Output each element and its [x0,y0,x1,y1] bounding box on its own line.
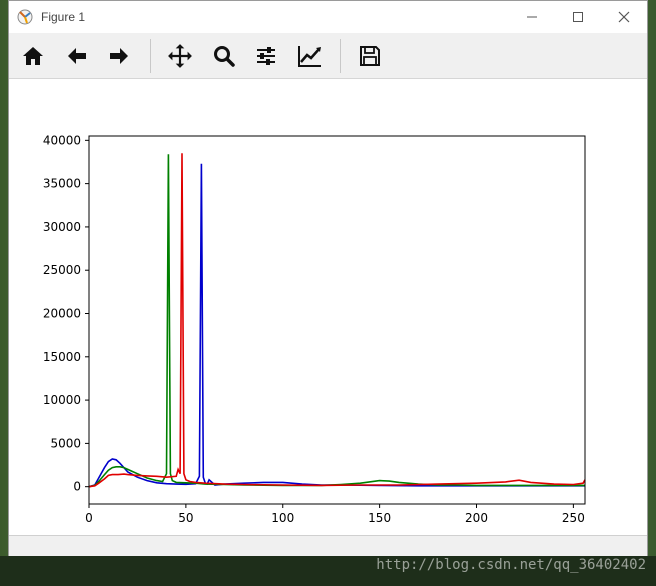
arrow-right-icon [110,48,128,64]
title-bar[interactable]: Figure 1 [9,1,647,33]
maximize-button[interactable] [555,1,601,33]
minimize-button[interactable] [509,1,555,33]
zoom-button[interactable] [208,40,240,72]
back-button[interactable] [61,40,93,72]
x-tick-label: 100 [271,511,294,525]
y-tick-label: 10000 [43,393,81,407]
x-tick-label: 0 [85,511,93,525]
watermark-text: http://blog.csdn.net/qq_36402402 [376,557,646,573]
pan-button[interactable] [164,40,196,72]
figure-canvas[interactable]: 0 50 100 150 200 250 0 5000 10000 15000 20000 25000… [9,79,647,535]
status-bar [9,535,647,557]
matplotlib-logo-icon [17,9,33,25]
move-icon [168,44,192,68]
y-tick-label: 40000 [43,133,81,147]
series-line-2 [88,153,586,488]
line-chart-icon [298,46,321,67]
figure-window: Figure 1 0 50 100 150 200 250 0 5000 100… [8,0,648,557]
minimize-icon [527,16,537,18]
save-icon [360,46,380,66]
close-button[interactable] [601,1,647,33]
y-tick-label: 20000 [43,307,81,321]
maximize-icon [573,12,583,22]
home-icon [23,47,43,65]
window-title: Figure 1 [41,10,86,24]
forward-button[interactable] [103,40,135,72]
series-line-1 [88,154,585,488]
y-tick-label: 0 [73,480,81,494]
close-icon [618,11,630,23]
series-line-0 [88,163,585,488]
x-tick-label: 50 [178,511,193,525]
sliders-icon [257,47,275,65]
y-tick-label: 15000 [43,350,81,364]
y-tick-label: 30000 [43,220,81,234]
configure-subplots-button[interactable] [250,40,282,72]
search-icon [214,46,235,67]
toolbar-separator [340,39,341,73]
home-button[interactable] [17,40,49,72]
y-tick-label: 35000 [43,177,81,191]
y-tick-label: 5000 [50,436,81,450]
histogram-plot[interactable]: 0 50 100 150 200 250 0 5000 10000 15000 20000 25000… [9,79,647,535]
y-tick-label: 25000 [43,263,81,277]
toolbar-separator [150,39,151,73]
navigation-toolbar [9,33,647,79]
axes-frame [88,135,586,505]
save-button[interactable] [354,40,386,72]
edit-axis-button[interactable] [294,40,326,72]
x-tick-label: 200 [465,511,488,525]
arrow-left-icon [68,48,86,64]
x-tick-label: 150 [368,511,391,525]
x-tick-label: 250 [562,511,585,525]
